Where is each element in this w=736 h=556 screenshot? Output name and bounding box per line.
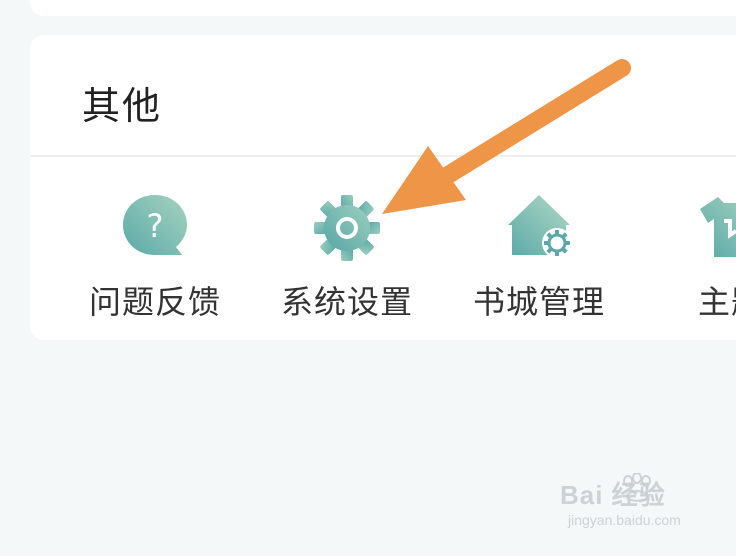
gear-icon [314, 195, 380, 261]
feedback-question-icon: ? [123, 195, 187, 255]
feedback-button[interactable]: ? 问题反馈 [60, 191, 250, 321]
store-settings-icon [508, 195, 572, 258]
system-settings-button[interactable]: 系统设置 [252, 191, 442, 321]
theme-label: 主题 [697, 283, 736, 321]
other-section-card: 其他 ? 问题反馈 系统设置 书城管理 主 [30, 35, 736, 340]
divider [30, 155, 736, 157]
theme-shirt-icon [700, 197, 736, 257]
feedback-label: 问题反馈 [88, 283, 221, 321]
theme-button[interactable]: 主题 [636, 191, 736, 321]
paw-logo-icon [623, 473, 651, 502]
svg-text:?: ? [147, 207, 164, 245]
section-title: 其他 [82, 84, 163, 128]
watermark-site: jingyan.baidu.com [568, 512, 681, 528]
baidu-jingyan-watermark: Bai 经验 jingyan.baidu.com [560, 473, 681, 528]
previous-card [30, 0, 736, 16]
system-settings-label: 系统设置 [280, 283, 413, 321]
bookstore-management-button[interactable]: 书城管理 [444, 191, 634, 321]
bookstore-management-label: 书城管理 [472, 283, 605, 321]
